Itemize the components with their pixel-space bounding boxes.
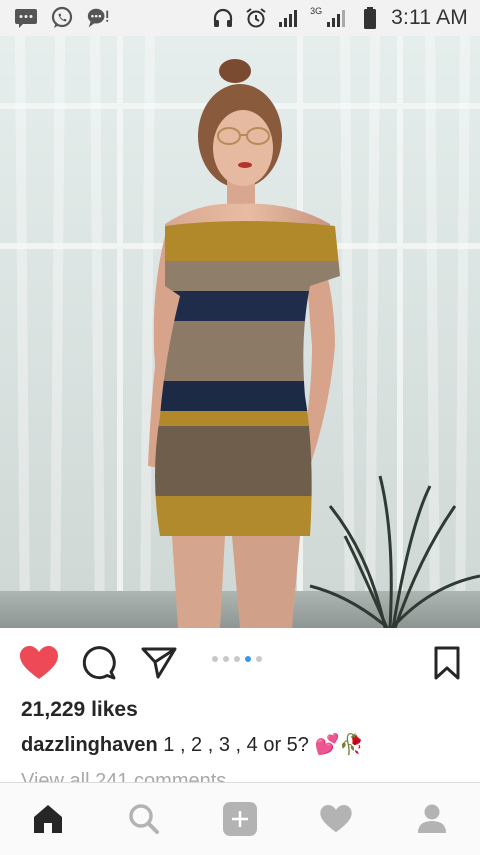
headphones-icon bbox=[211, 6, 235, 30]
likes-count[interactable]: 21,229 likes bbox=[21, 698, 138, 722]
comment-button[interactable] bbox=[80, 644, 118, 682]
post-photo[interactable] bbox=[0, 36, 480, 628]
carousel-dot bbox=[234, 656, 240, 662]
carousel-indicator bbox=[212, 656, 262, 662]
caption-username[interactable]: dazzlinghaven bbox=[21, 734, 158, 756]
status-bar: 3G 3:11 AM bbox=[0, 0, 480, 36]
carousel-dot bbox=[212, 656, 218, 662]
nav-search[interactable] bbox=[96, 783, 192, 855]
nav-home[interactable] bbox=[0, 783, 96, 855]
nav-new-post[interactable] bbox=[192, 783, 288, 855]
share-button[interactable] bbox=[140, 644, 178, 682]
send-icon bbox=[141, 647, 177, 679]
nav-activity[interactable] bbox=[288, 783, 384, 855]
carousel-dot bbox=[256, 656, 262, 662]
bottom-navigation bbox=[0, 782, 480, 855]
battery-icon bbox=[358, 6, 382, 30]
profile-icon bbox=[418, 804, 446, 833]
add-post-icon bbox=[223, 802, 257, 836]
post-caption: dazzlinghaven 1 , 2 , 3 , 4 or 5? 💕🥀 bbox=[21, 732, 364, 757]
message-icon bbox=[14, 6, 38, 30]
alarm-icon bbox=[244, 6, 268, 30]
carousel-dot-active bbox=[245, 656, 251, 662]
carousel-dot bbox=[223, 656, 229, 662]
caption-text: 1 , 2 , 3 , 4 or 5? 💕🥀 bbox=[163, 734, 365, 756]
network-type-label: 3G bbox=[310, 6, 323, 16]
view-comments-link[interactable]: View all 241 comments bbox=[21, 768, 226, 782]
activity-heart-icon bbox=[320, 805, 352, 833]
like-button[interactable] bbox=[20, 644, 58, 682]
whatsapp-icon bbox=[50, 6, 74, 30]
home-icon bbox=[34, 805, 62, 833]
signal-icon bbox=[277, 6, 301, 30]
chat-bubble-icon bbox=[86, 6, 110, 30]
heart-filled-icon bbox=[20, 646, 58, 679]
nav-profile[interactable] bbox=[384, 783, 480, 855]
comment-icon bbox=[82, 646, 116, 680]
bookmark-icon bbox=[434, 646, 460, 680]
signal-3g-icon bbox=[325, 6, 349, 30]
status-time: 3:11 AM bbox=[391, 6, 468, 29]
save-button[interactable] bbox=[428, 644, 466, 682]
post-action-bar bbox=[0, 628, 480, 696]
search-icon bbox=[129, 804, 159, 834]
